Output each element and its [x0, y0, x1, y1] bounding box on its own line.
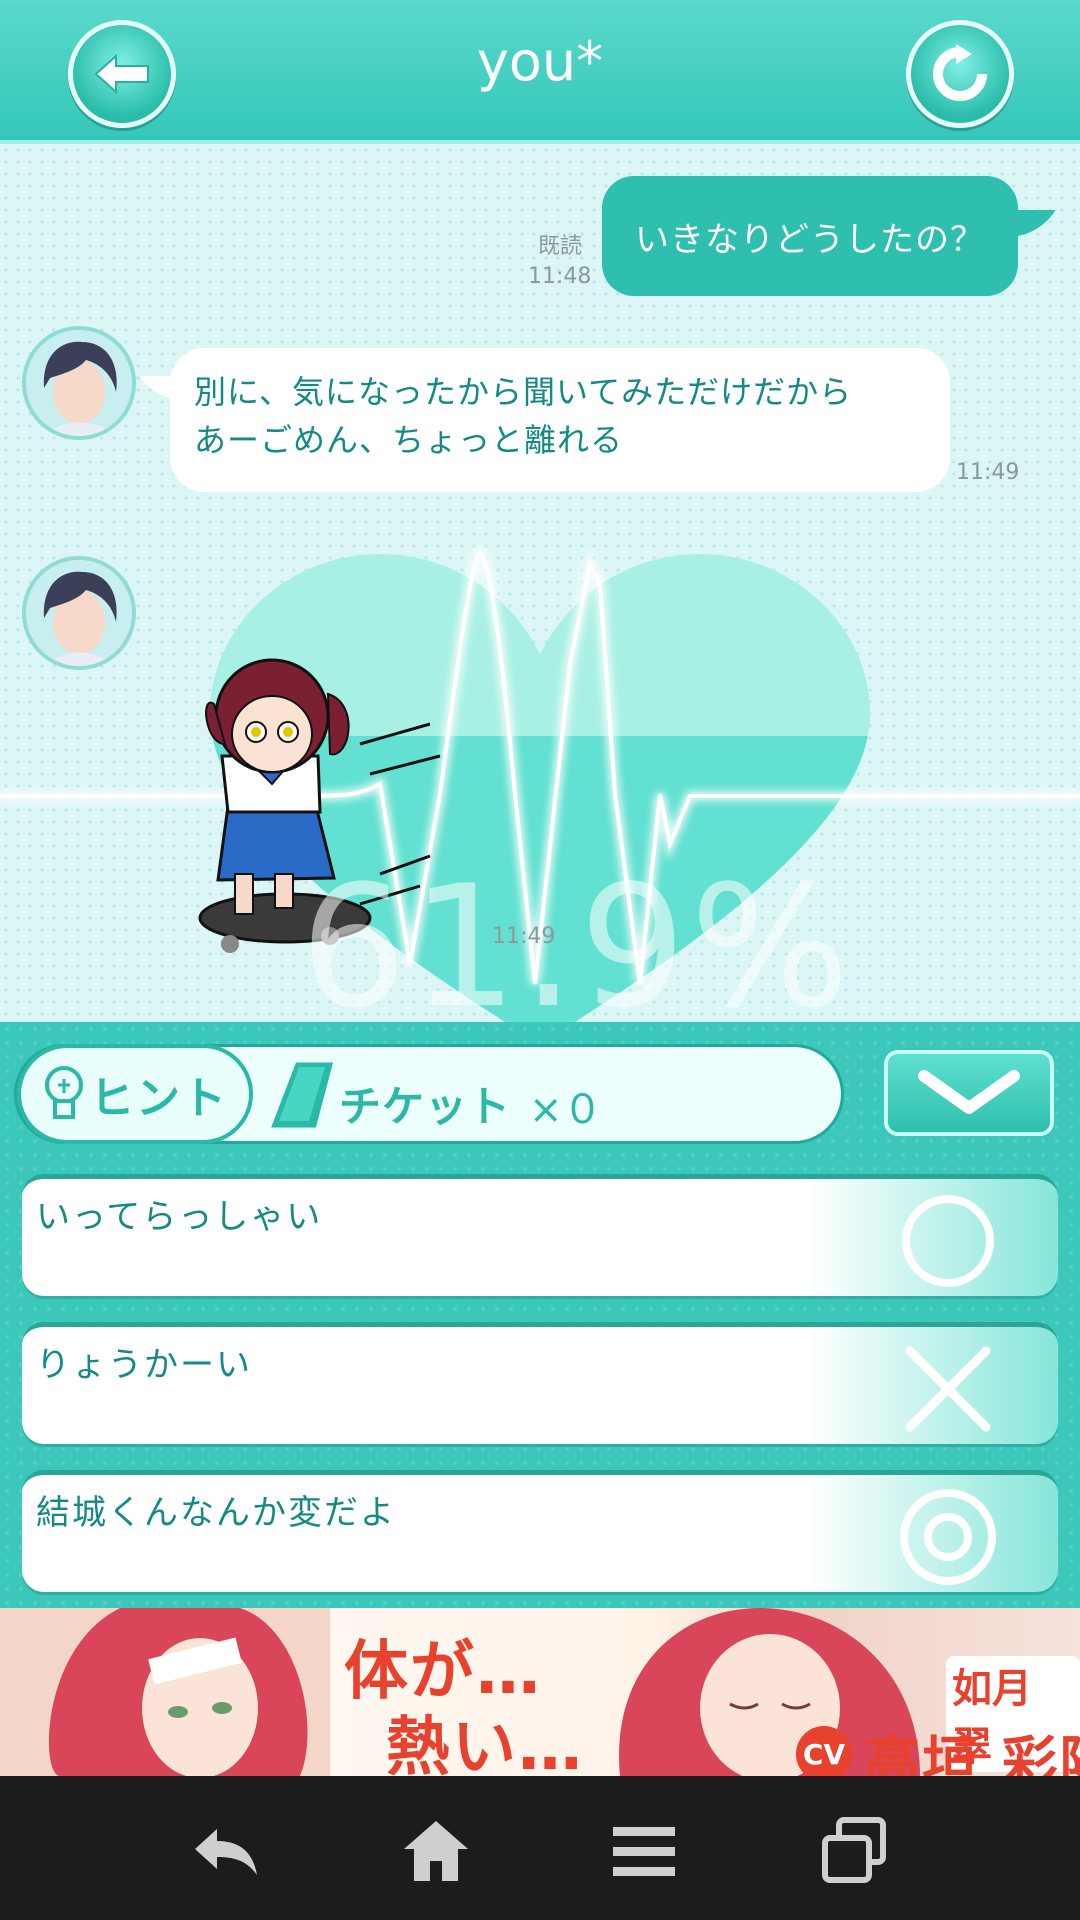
hint-bar: ヒント チケット ×０ [14, 1044, 844, 1144]
bubble-tail [139, 376, 187, 398]
read-label: 既読 [538, 234, 583, 259]
hint-label: ヒント [90, 1073, 228, 1124]
ticket-icon [266, 1059, 337, 1131]
message-time: 11:48 [528, 264, 592, 289]
refresh-icon [933, 44, 987, 101]
avatar[interactable] [22, 326, 136, 440]
nav-back-button[interactable] [186, 1816, 266, 1886]
message-time: 11:49 [492, 924, 556, 949]
chevron-down-icon [918, 1070, 1020, 1114]
ad-voice-actor-name: 高垣 彩陽 [864, 1731, 1080, 1776]
ad-banner[interactable]: 体が… 熱い… 如月 翠 CV 高垣 彩陽 [0, 1608, 1080, 1776]
nav-recent-apps-button[interactable] [814, 1816, 894, 1886]
their-message-bubble: 別に、気になったから聞いてみただけだから あーごめん、ちょっと離れる [139, 348, 950, 492]
collapse-button[interactable] [884, 1050, 1054, 1136]
option-label: りょうかーい [36, 1345, 252, 1385]
double-circle-icon [900, 1489, 996, 1585]
bubble-tail [1000, 210, 1056, 236]
lightbulb-icon [45, 1066, 83, 1119]
ad-headline-2: 熱い… [386, 1711, 584, 1776]
system-navbar [0, 1776, 1080, 1920]
chat-area[interactable]: 既読 11:48 いきなりどうしたの？ 別に、気になったから聞いてみただけだから… [0, 144, 1080, 1022]
home-icon [404, 1821, 468, 1881]
answer-option-1[interactable]: いってらっしゃい [22, 1174, 1058, 1296]
avatar-image [26, 330, 132, 436]
message-time: 11:49 [956, 460, 1020, 485]
message-text: いきなりどうしたの？ [635, 219, 985, 260]
option-label: いってらっしゃい [36, 1197, 323, 1237]
message-line: 別に、気になったから聞いてみただけだから [194, 373, 853, 411]
recent-apps-icon [822, 1817, 886, 1883]
answer-panel: ヒント チケット ×０ いってらっしゃい りょうかーい 結城くんなんか変だよ [0, 1022, 1080, 1608]
cv-badge: CV [796, 1726, 852, 1776]
ticket-label: チケット [339, 1082, 512, 1131]
back-arrow-icon [195, 1829, 257, 1875]
refresh-button[interactable] [906, 20, 1014, 128]
nav-menu-button[interactable] [604, 1816, 684, 1886]
message-line: あーごめん、ちょっと離れる [194, 421, 624, 459]
cross-icon [905, 1346, 991, 1432]
app-header: you* [0, 0, 1080, 144]
menu-icon [613, 1827, 675, 1876]
answer-option-3[interactable]: 結城くんなんか変だよ [22, 1470, 1058, 1592]
heart-meter-sticker: 61.9% 11:49 [0, 544, 1080, 1022]
ad-character-left [0, 1608, 330, 1776]
love-percent: 61.9% [300, 849, 854, 1022]
option-label: 結城くんなんか変だよ [36, 1493, 396, 1533]
nav-home-button[interactable] [396, 1816, 476, 1886]
ticket-count: ×０ [529, 1087, 603, 1133]
circle-icon [902, 1195, 994, 1287]
answer-option-2[interactable]: りょうかーい [22, 1322, 1058, 1444]
hint-button[interactable]: ヒント [17, 1044, 253, 1144]
my-message-bubble: いきなりどうしたの？ [602, 176, 1056, 296]
